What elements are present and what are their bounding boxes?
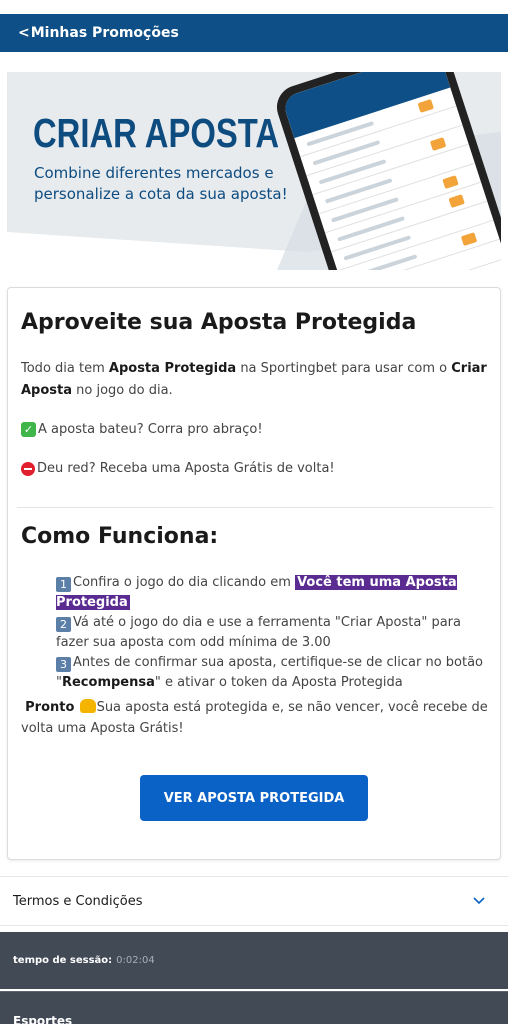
intro-text-3: no jogo do dia. bbox=[72, 383, 173, 398]
win-line: ✓ A aposta bateu? Corra pro abraço! bbox=[21, 422, 263, 437]
ver-aposta-protegida-button[interactable]: VER APOSTA PROTEGIDA bbox=[140, 775, 368, 821]
step-2: 2 Vá até o jogo do dia e use a ferramenta… bbox=[56, 613, 486, 653]
pronto-bold: Pronto bbox=[25, 700, 75, 715]
step-3-bold: Recompensa bbox=[61, 675, 155, 690]
top-nav-bar: < Minhas Promoções bbox=[0, 14, 508, 52]
step-2-text: Vá até o jogo do dia e use a ferramenta … bbox=[56, 615, 461, 650]
no-entry-icon bbox=[21, 461, 35, 476]
intro-text-2: na Sportingbet para usar com o bbox=[236, 361, 452, 376]
raising-hands-icon bbox=[79, 699, 96, 713]
session-time: 0:02:04 bbox=[116, 955, 155, 966]
how-it-works-title: Como Funciona: bbox=[21, 524, 219, 549]
banner-subtitle: Combine diferentes mercados e personaliz… bbox=[34, 164, 288, 203]
promo-banner: CRIAR APOSTA Combine diferentes mercados… bbox=[7, 72, 501, 270]
divider bbox=[17, 507, 493, 508]
footer-sports-section: Esportes bbox=[0, 991, 508, 1024]
card-intro: Todo dia tem Aposta Protegida na Sportin… bbox=[21, 358, 491, 402]
step-3-text-b: " e ativar o token da Aposta Protegida bbox=[154, 675, 403, 690]
check-mark-icon: ✓ bbox=[21, 422, 36, 437]
keycap-3-icon: 3 bbox=[56, 657, 71, 672]
step-3: 3 Antes de confirmar sua aposta, certifiq… bbox=[56, 653, 486, 693]
loss-line: Deu red? Receba uma Aposta Grátis de vol… bbox=[21, 461, 335, 476]
intro-bold-1: Aposta Protegida bbox=[108, 361, 237, 376]
keycap-1-icon: 1 bbox=[56, 577, 71, 592]
loss-text: Deu red? Receba uma Aposta Grátis de vol… bbox=[37, 461, 335, 476]
terms-label: Termos e Condições bbox=[13, 893, 143, 909]
win-text: A aposta bateu? Corra pro abraço! bbox=[38, 422, 263, 437]
pronto-paragraph: Pronto Sua aposta está protegida e, se n… bbox=[21, 697, 491, 739]
terms-accordion[interactable]: Termos e Condições bbox=[0, 876, 508, 926]
page-title[interactable]: Minhas Promoções bbox=[31, 25, 179, 41]
session-timer-bar: tempo de sessão: 0:02:04 bbox=[0, 932, 508, 989]
step-1-text: Confira o jogo do dia clicando em bbox=[73, 575, 296, 590]
footer-sports-label[interactable]: Esportes bbox=[13, 1014, 72, 1024]
steps-list: 1 Confira o jogo do dia clicando em Você … bbox=[56, 573, 486, 693]
banner-title: CRIAR APOSTA bbox=[33, 110, 279, 156]
step-1: 1 Confira o jogo do dia clicando em Você … bbox=[56, 573, 486, 613]
intro-text-1: Todo dia tem bbox=[21, 361, 109, 376]
chevron-down-icon[interactable] bbox=[472, 894, 486, 908]
promo-card: Aproveite sua Aposta Protegida Todo dia … bbox=[7, 287, 501, 860]
session-label: tempo de sessão: bbox=[13, 955, 113, 966]
back-icon[interactable]: < bbox=[18, 25, 30, 41]
keycap-2-icon: 2 bbox=[56, 617, 71, 632]
card-title: Aproveite sua Aposta Protegida bbox=[21, 310, 417, 335]
